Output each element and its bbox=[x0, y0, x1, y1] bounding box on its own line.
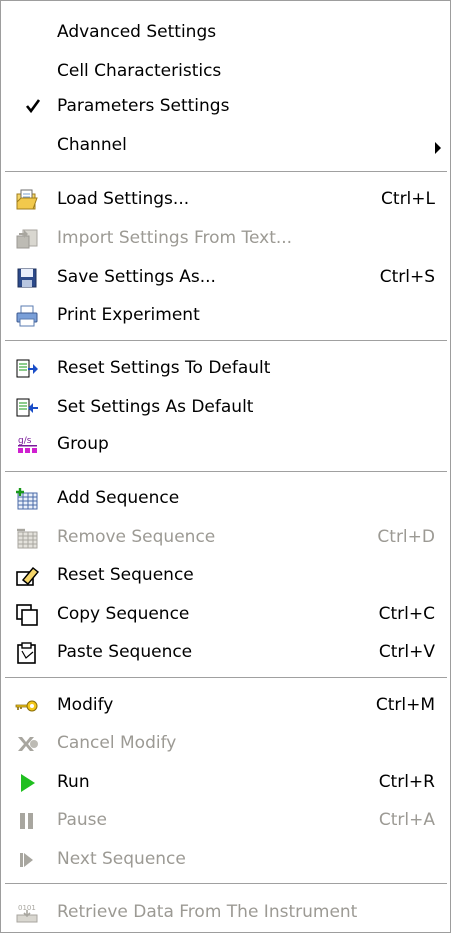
menu-item-copy-sequence[interactable]: Copy Sequence Ctrl+C bbox=[1, 596, 452, 632]
submenu-arrow-icon bbox=[434, 139, 442, 154]
separator bbox=[5, 677, 447, 679]
printer-icon bbox=[15, 304, 39, 328]
menu-item-add-sequence[interactable]: Add Sequence bbox=[1, 480, 452, 516]
separator bbox=[5, 883, 447, 885]
menu-item-label: Load Settings... bbox=[57, 189, 190, 209]
context-menu: Advanced Settings Cell Characteristics P… bbox=[0, 0, 451, 933]
menu-item-label: Pause bbox=[57, 810, 107, 830]
menu-item-group[interactable]: g/s Group bbox=[1, 426, 452, 462]
menu-item-modify[interactable]: Modify Ctrl+M bbox=[1, 687, 452, 723]
menu-item-label: Retrieve Data From The Instrument bbox=[57, 902, 358, 922]
menu-item-label: Cancel Modify bbox=[57, 733, 177, 753]
reset-default-icon bbox=[15, 357, 39, 381]
menu-item-label: Cell Characteristics bbox=[57, 61, 222, 81]
menu-item-import-settings[interactable]: Import Settings From Text... bbox=[1, 220, 452, 256]
floppy-disk-icon bbox=[15, 266, 39, 290]
menu-item-set-settings-as-default[interactable]: Set Settings As Default bbox=[1, 389, 452, 425]
menu-item-label: Parameters Settings bbox=[57, 96, 230, 116]
svg-text:g/s: g/s bbox=[18, 436, 32, 446]
folder-open-icon bbox=[15, 188, 39, 212]
menu-item-label: Advanced Settings bbox=[57, 22, 217, 42]
retrieve-data-icon: 0101 bbox=[15, 901, 39, 925]
shortcut-label: Ctrl+C bbox=[378, 604, 435, 624]
menu-item-label: Paste Sequence bbox=[57, 642, 193, 662]
set-default-icon bbox=[15, 396, 39, 420]
menu-item-paste-sequence[interactable]: Paste Sequence Ctrl+V bbox=[1, 634, 452, 670]
pause-icon bbox=[15, 809, 39, 833]
menu-item-cancel-modify[interactable]: Cancel Modify bbox=[1, 725, 452, 761]
eraser-icon bbox=[15, 564, 39, 588]
separator bbox=[5, 471, 447, 473]
menu-item-label: Import Settings From Text... bbox=[57, 228, 293, 248]
menu-item-remove-sequence[interactable]: Remove Sequence Ctrl+D bbox=[1, 519, 452, 555]
menu-item-label: Next Sequence bbox=[57, 849, 186, 869]
menu-item-label: Set Settings As Default bbox=[57, 397, 254, 417]
play-icon bbox=[15, 771, 39, 795]
menu-item-label: Run bbox=[57, 772, 90, 792]
menu-item-retrieve-data[interactable]: 0101 Retrieve Data From The Instrument bbox=[1, 894, 452, 930]
menu-item-label: Channel bbox=[57, 135, 127, 155]
menu-item-label: Modify bbox=[57, 695, 114, 715]
remove-grid-icon bbox=[15, 526, 39, 550]
menu-item-label: Group bbox=[57, 434, 109, 454]
shortcut-label: Ctrl+M bbox=[375, 695, 435, 715]
add-grid-icon bbox=[15, 487, 39, 511]
shortcut-label: Ctrl+L bbox=[381, 189, 435, 209]
menu-item-label: Copy Sequence bbox=[57, 604, 190, 624]
shortcut-label: Ctrl+A bbox=[378, 810, 435, 830]
menu-item-label: Reset Settings To Default bbox=[57, 358, 271, 378]
key-icon bbox=[15, 694, 39, 718]
menu-item-label: Reset Sequence bbox=[57, 565, 194, 585]
menu-item-label: Add Sequence bbox=[57, 488, 180, 508]
menu-item-label: Print Experiment bbox=[57, 305, 200, 325]
menu-item-cell-characteristics[interactable]: Cell Characteristics bbox=[1, 53, 452, 89]
paste-icon bbox=[15, 641, 39, 665]
shortcut-label: Ctrl+V bbox=[378, 642, 435, 662]
menu-item-run[interactable]: Run Ctrl+R bbox=[1, 764, 452, 800]
menu-item-advanced-settings[interactable]: Advanced Settings bbox=[1, 14, 452, 50]
menu-item-save-settings-as[interactable]: Save Settings As... Ctrl+S bbox=[1, 259, 452, 295]
menu-item-print-experiment[interactable]: Print Experiment bbox=[1, 297, 452, 333]
menu-item-reset-sequence[interactable]: Reset Sequence bbox=[1, 557, 452, 593]
shortcut-label: Ctrl+S bbox=[379, 267, 435, 287]
separator bbox=[5, 340, 447, 342]
menu-item-reset-settings-to-default[interactable]: Reset Settings To Default bbox=[1, 350, 452, 386]
import-icon bbox=[15, 227, 39, 251]
shortcut-label: Ctrl+D bbox=[377, 527, 435, 547]
shortcut-label: Ctrl+R bbox=[378, 772, 435, 792]
menu-item-channel[interactable]: Channel bbox=[1, 127, 452, 163]
copy-icon bbox=[15, 603, 39, 627]
checkmark-icon bbox=[25, 97, 41, 115]
menu-item-parameters-settings[interactable]: Parameters Settings bbox=[1, 88, 452, 124]
menu-item-label: Remove Sequence bbox=[57, 527, 216, 547]
cancel-modify-icon bbox=[15, 732, 39, 756]
menu-item-next-sequence[interactable]: Next Sequence bbox=[1, 841, 452, 877]
separator bbox=[5, 171, 447, 173]
menu-item-label: Save Settings As... bbox=[57, 267, 216, 287]
menu-item-pause[interactable]: Pause Ctrl+A bbox=[1, 802, 452, 838]
next-sequence-icon bbox=[15, 848, 39, 872]
menu-item-load-settings[interactable]: Load Settings... Ctrl+L bbox=[1, 181, 452, 217]
group-icon: g/s bbox=[15, 433, 39, 457]
